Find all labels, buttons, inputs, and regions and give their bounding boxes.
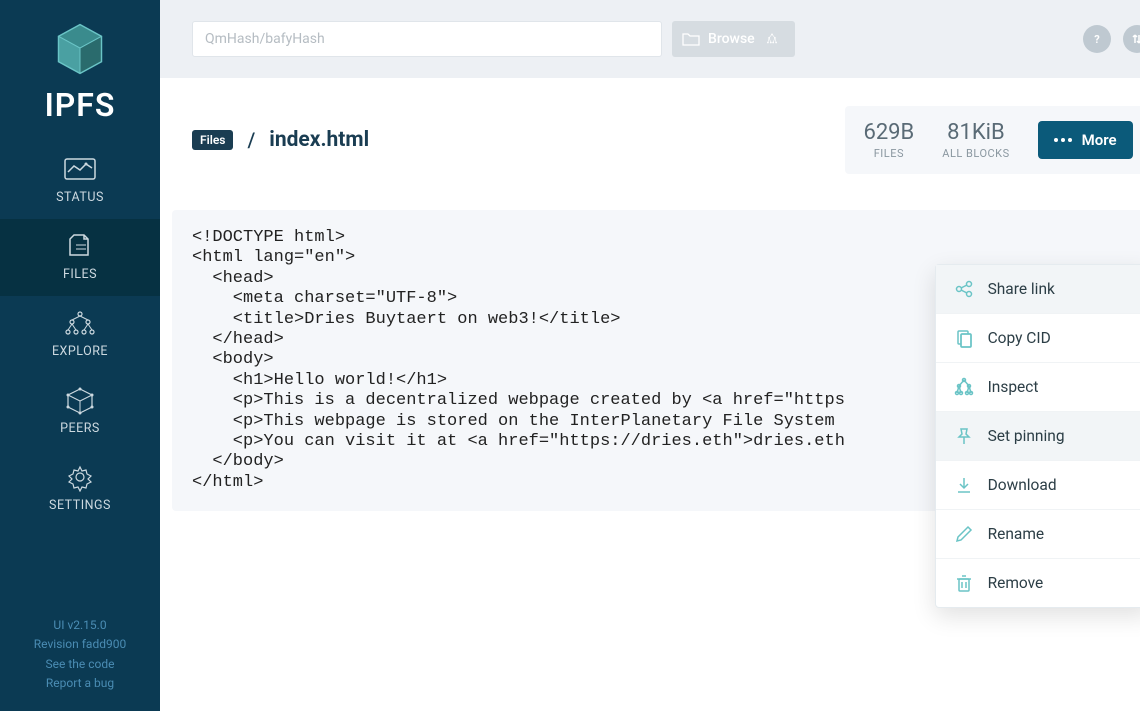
more-button[interactable]: More (1038, 121, 1133, 159)
sidebar-item-files[interactable]: FILES (0, 219, 160, 296)
sidebar-item-status[interactable]: STATUS (0, 142, 160, 219)
dropdown-label: Download (988, 476, 1057, 494)
breadcrumb-separator: / (247, 128, 255, 152)
breadcrumb-current: index.html (269, 128, 369, 152)
sidebar-footer: UI v2.15.0 Revision fadd900 See the code… (34, 616, 126, 693)
nav-label: EXPLORE (52, 344, 108, 359)
inspect-tree-icon (954, 377, 974, 397)
nav-label: SETTINGS (49, 498, 111, 513)
brand-text: IPFS (45, 86, 116, 124)
ipfs-logo-icon (51, 20, 109, 78)
footer-version[interactable]: UI v2.15.0 (34, 616, 126, 635)
topbar: QmHash/bafyHash Browse ? (160, 0, 1140, 78)
main: QmHash/bafyHash Browse ? Files / index.h… (160, 0, 1140, 711)
dropdown-label: Copy CID (988, 329, 1051, 347)
stat-blocks-label: ALL BLOCKS (942, 147, 1009, 160)
sidebar-item-explore[interactable]: EXPLORE (0, 296, 160, 373)
transfer-button[interactable] (1123, 25, 1140, 53)
breadcrumb-root[interactable]: Files (192, 130, 233, 150)
stat-files-label: FILES (863, 147, 914, 160)
dropdown-item-set-pinning[interactable]: Set pinning (936, 412, 1140, 461)
dropdown-item-rename[interactable]: Rename (936, 510, 1140, 559)
dropdown-item-inspect[interactable]: Inspect (936, 363, 1140, 412)
download-icon (954, 475, 974, 495)
dropdown-label: Inspect (988, 378, 1039, 396)
transfer-icon (1130, 32, 1140, 46)
settings-gear-icon (60, 462, 100, 492)
peers-cube-icon (60, 385, 100, 415)
dropdown-item-download[interactable]: Download (936, 461, 1140, 510)
search-input[interactable]: QmHash/bafyHash (192, 21, 662, 57)
nav-label: PEERS (60, 421, 100, 436)
stats-box: 629B FILES 81KiB ALL BLOCKS More (845, 106, 1140, 174)
dropdown-item-copy-cid[interactable]: Copy CID (936, 314, 1140, 363)
dropdown-item-share-link[interactable]: Share link (936, 265, 1140, 314)
header-row: Files / index.html 629B FILES 81KiB ALL … (160, 78, 1140, 194)
pencil-icon (954, 524, 974, 544)
sidebar-item-peers[interactable]: PEERS (0, 373, 160, 450)
breadcrumb: Files / index.html (192, 128, 369, 152)
dropdown-label: Remove (988, 574, 1044, 592)
folder-icon (682, 32, 700, 46)
more-label: More (1082, 131, 1117, 149)
stat-blocks-value: 81KiB (942, 120, 1009, 145)
stat-files: 629B FILES (863, 120, 914, 160)
stat-blocks: 81KiB ALL BLOCKS (942, 120, 1009, 160)
search-placeholder: QmHash/bafyHash (205, 31, 325, 47)
browse-label: Browse (708, 31, 755, 47)
sidebar: IPFS STATUS FILES EXPLORE PEERS SETTINGS… (0, 0, 160, 711)
svg-text:?: ? (1094, 33, 1100, 46)
footer-revision[interactable]: Revision fadd900 (34, 635, 126, 654)
pin-icon (954, 426, 974, 446)
footer-see-code[interactable]: See the code (34, 655, 126, 674)
help-button[interactable]: ? (1083, 25, 1111, 53)
share-icon (954, 279, 974, 299)
files-icon (60, 231, 100, 261)
dropdown-item-remove[interactable]: Remove (936, 559, 1140, 607)
nav-label: FILES (63, 267, 97, 282)
stat-files-value: 629B (863, 120, 914, 145)
explore-tree-icon (60, 308, 100, 338)
content-area: Files / index.html 629B FILES 81KiB ALL … (160, 78, 1140, 711)
footer-report-bug[interactable]: Report a bug (34, 674, 126, 693)
status-chart-icon (60, 154, 100, 184)
copy-icon (954, 328, 974, 348)
dropdown-label: Rename (988, 525, 1045, 543)
dots-icon (1054, 138, 1072, 142)
browse-button[interactable]: Browse (672, 21, 795, 57)
more-dropdown: Share link Copy CID Inspect Set pinning … (935, 264, 1140, 608)
nav-label: STATUS (56, 190, 104, 205)
sidebar-item-settings[interactable]: SETTINGS (0, 450, 160, 527)
dropdown-label: Share link (988, 280, 1055, 298)
explore-small-icon (763, 32, 781, 46)
trash-icon (954, 573, 974, 593)
dropdown-label: Set pinning (988, 427, 1065, 445)
help-icon: ? (1090, 32, 1104, 46)
